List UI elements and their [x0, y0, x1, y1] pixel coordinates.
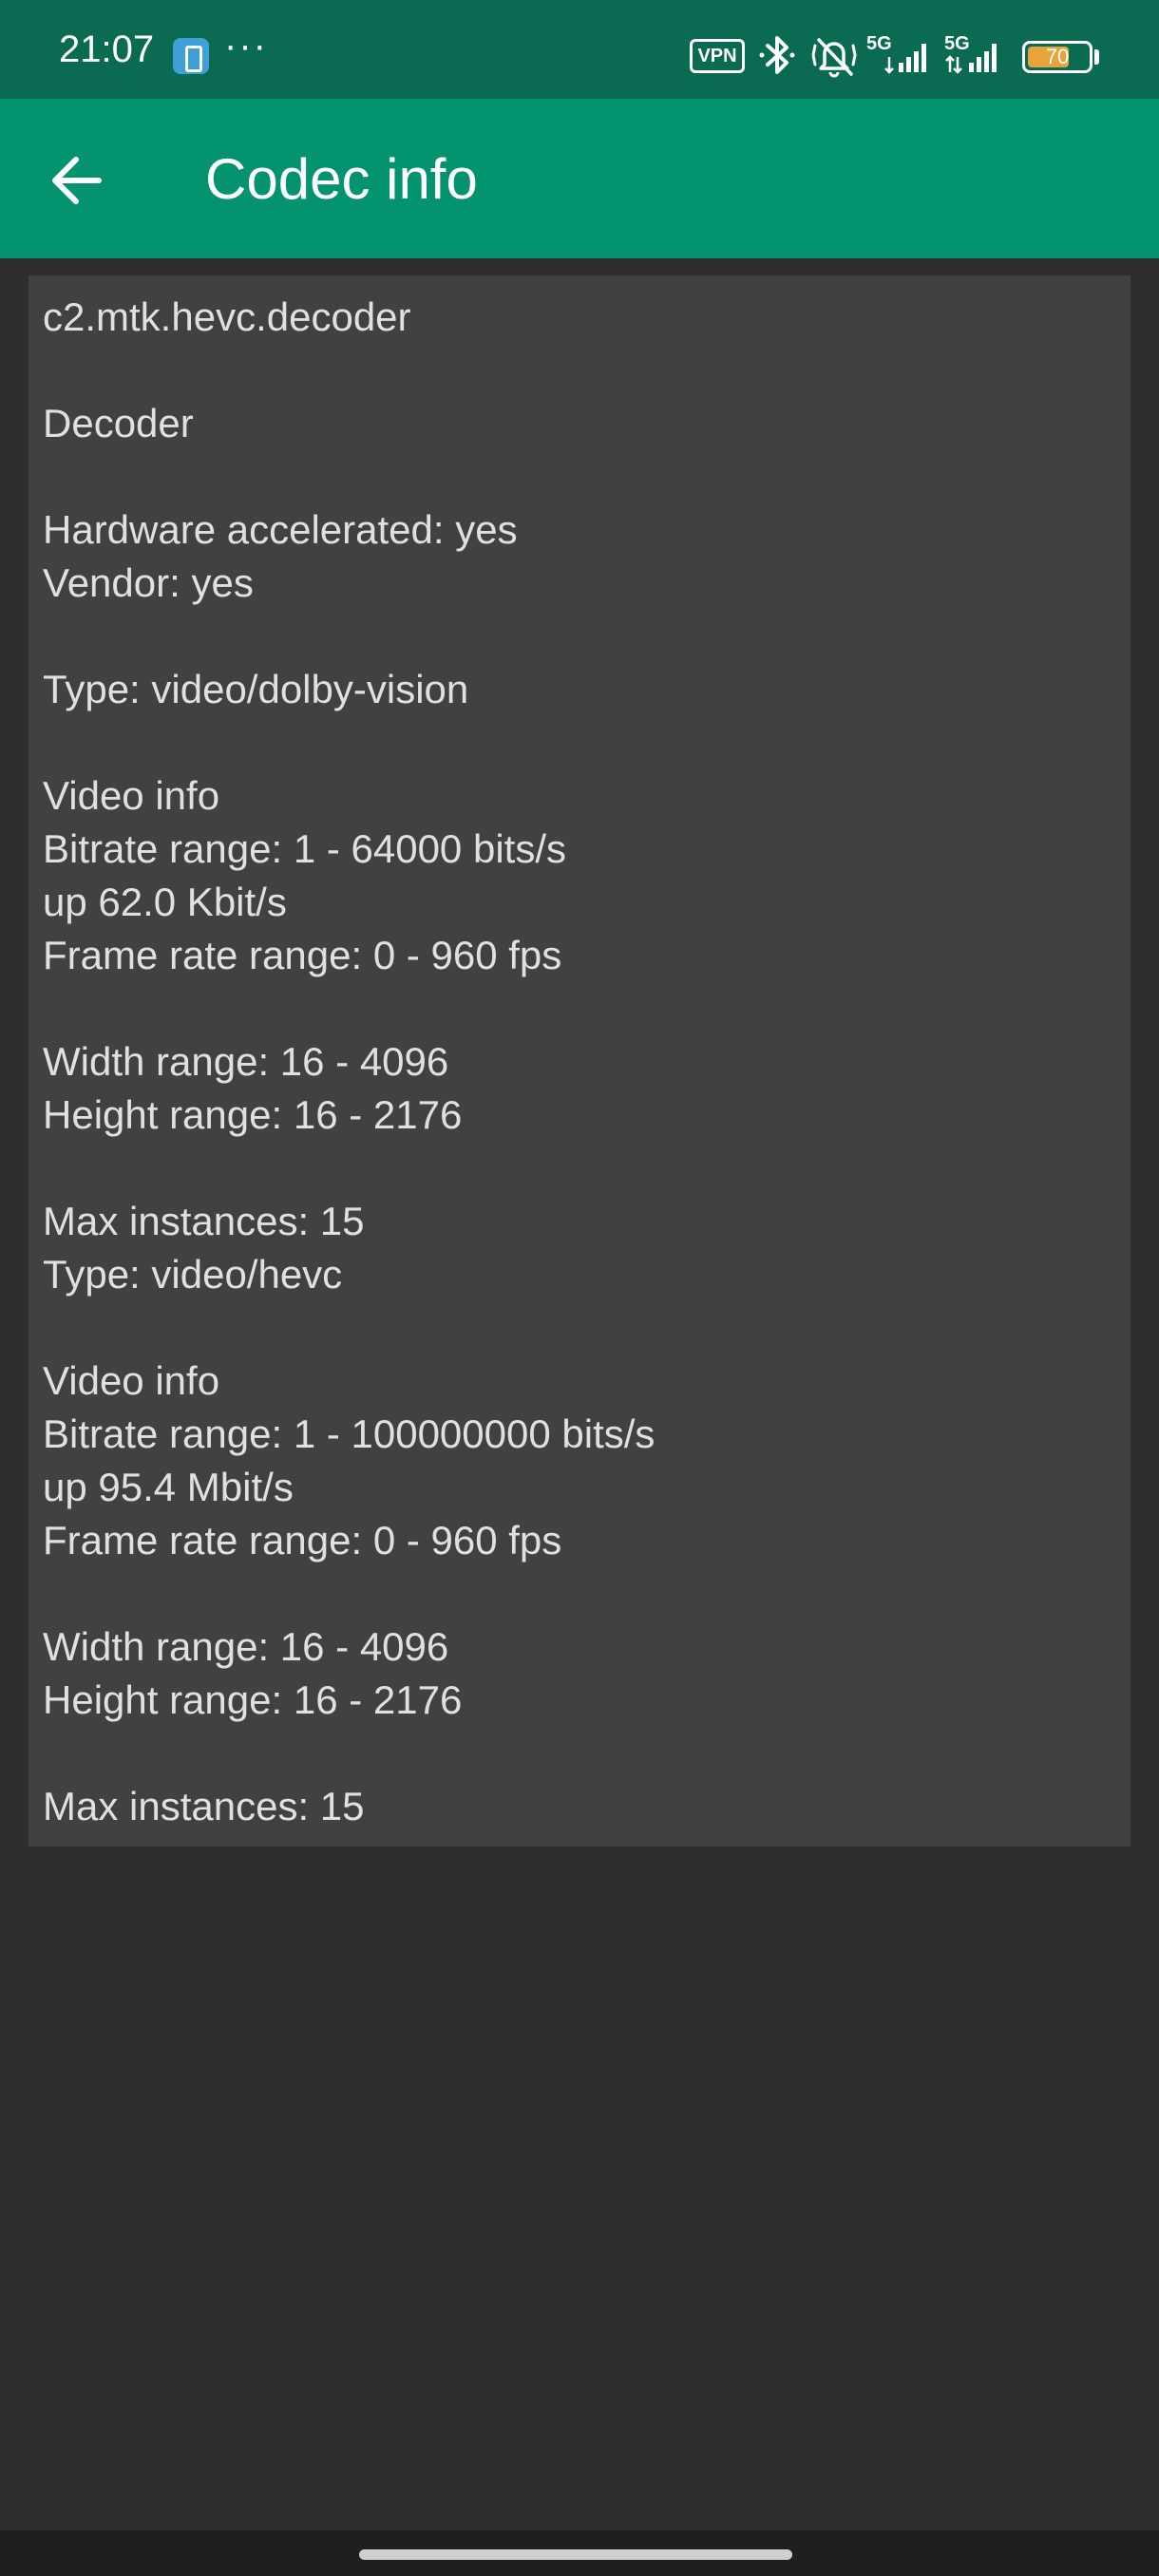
info-line: Decoder	[43, 401, 194, 445]
vibrate-mute-icon	[811, 38, 857, 78]
info-line: Height range: 16 - 2176	[43, 1092, 463, 1137]
page-title: Codec info	[205, 147, 478, 211]
navigation-bar	[0, 2530, 1159, 2576]
info-line: Max instances: 15	[43, 1784, 365, 1828]
info-line: Height range: 16 - 2176	[43, 1677, 463, 1722]
more-notifications-icon: ···	[224, 25, 268, 66]
battery-tip	[1094, 49, 1099, 65]
info-line: c2.mtk.hevc.decoder	[43, 294, 411, 339]
bluetooth-icon	[759, 36, 795, 74]
vpn-icon: VPN	[690, 39, 745, 73]
signal-5g-icon: 5G	[944, 32, 1013, 76]
info-line: Type: video/dolby-vision	[43, 667, 469, 711]
battery-icon: 70	[1022, 41, 1092, 73]
info-line: up 62.0 Kbit/s	[43, 880, 287, 924]
info-line: Width range: 16 - 4096	[43, 1624, 449, 1669]
info-line: Bitrate range: 1 - 100000000 bits/s	[43, 1411, 656, 1456]
screen: 21:07 ··· VPN 5G 5G 70 Codec info c2.mtk…	[0, 0, 1159, 2576]
codec-info-text: c2.mtk.hevc.decoder Decoder Hardware accel…	[28, 275, 1130, 1847]
info-line: Max instances: 15	[43, 1199, 365, 1243]
app-notification-icon	[173, 38, 209, 74]
app-bar: Codec info	[0, 99, 1159, 258]
info-line: Bitrate range: 1 - 64000 bits/s	[43, 826, 566, 871]
info-line: Video info	[43, 1358, 220, 1403]
info-line: Vendor: yes	[43, 560, 254, 605]
info-line: up 95.4 Mbit/s	[43, 1465, 294, 1509]
info-line: Frame rate range: 0 - 960 fps	[43, 1518, 562, 1563]
battery-level: 70	[1045, 45, 1070, 68]
signal-5g-icon: 5G	[866, 32, 935, 76]
info-line: Video info	[43, 773, 220, 818]
info-line: Frame rate range: 0 - 960 fps	[43, 933, 562, 977]
info-line: Type: video/hevc	[43, 1252, 343, 1297]
status-bar: 21:07 ··· VPN 5G 5G 70	[0, 0, 1159, 99]
home-indicator[interactable]	[359, 2549, 792, 2560]
back-button[interactable]	[38, 139, 122, 222]
status-time: 21:07	[59, 28, 155, 70]
info-line: Hardware accelerated: yes	[43, 507, 518, 552]
info-line: Width range: 16 - 4096	[43, 1039, 449, 1084]
arrow-left-icon	[52, 157, 102, 204]
